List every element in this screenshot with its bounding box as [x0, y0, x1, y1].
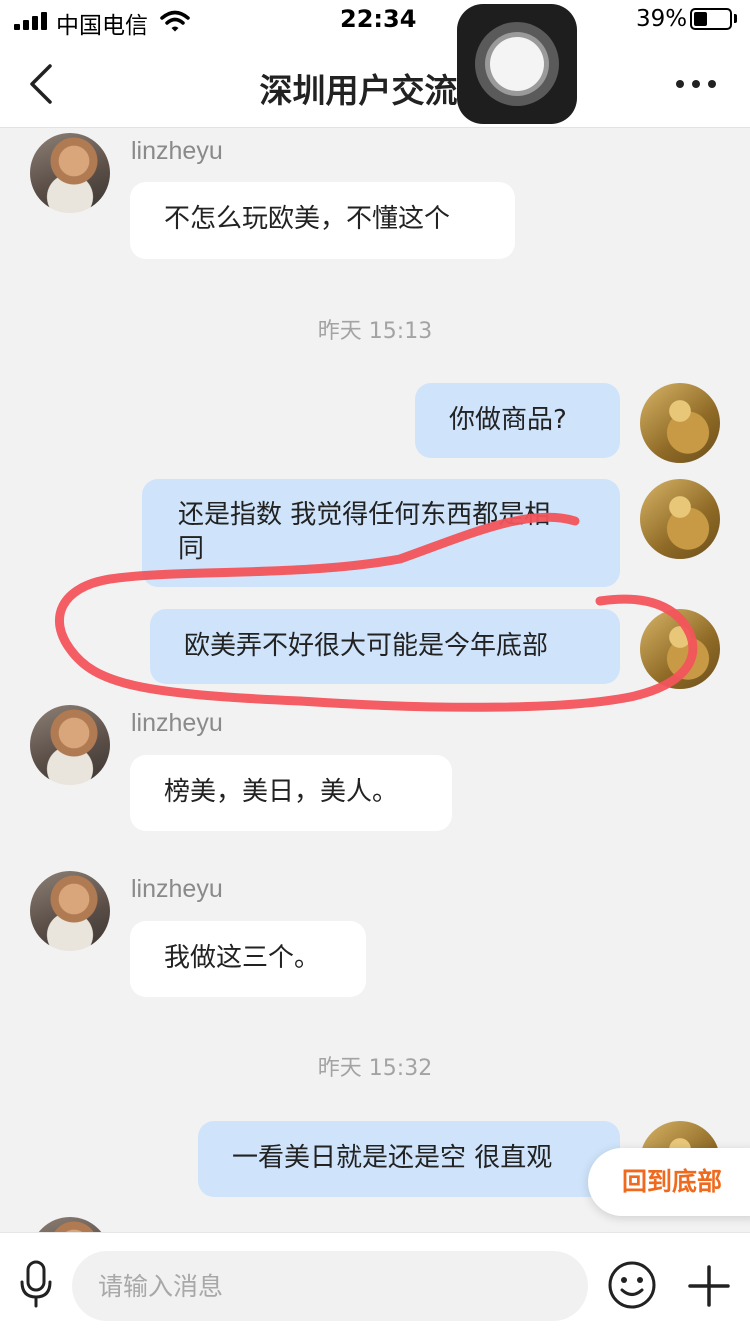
message-input-bar — [0, 1232, 750, 1334]
sender-avatar[interactable] — [30, 871, 110, 951]
plus-icon[interactable] — [686, 1263, 732, 1309]
microphone-icon[interactable] — [16, 1259, 56, 1309]
carrier-name: 中国电信 — [56, 13, 148, 39]
battery-percentage: 39% — [636, 6, 688, 32]
message-input[interactable] — [72, 1251, 588, 1321]
my-avatar[interactable] — [640, 609, 720, 689]
message-text: 不怎么玩欧美，不懂这个 — [164, 204, 451, 234]
emoji-icon[interactable] — [606, 1259, 658, 1311]
message-bubble[interactable]: 榜美，美日，美人。 — [130, 755, 452, 831]
sender-name: linzheyu — [131, 875, 223, 903]
message-bubble[interactable]: 不怎么玩欧美，不懂这个 — [130, 182, 515, 259]
message-text: 你做商品? — [449, 405, 567, 435]
assistive-touch-button[interactable] — [457, 4, 577, 124]
back-to-bottom-button[interactable]: 回到底部 — [588, 1148, 750, 1216]
message-text: 一看美日就是还是空 很直观 — [232, 1143, 553, 1173]
sender-avatar[interactable] — [30, 133, 110, 213]
chat-messages[interactable]: linzheyu 不怎么玩欧美，不懂这个 昨天 15:13 你做商品? 还是指数… — [0, 129, 750, 1232]
nav-bar: 深圳用户交流群 — [0, 40, 750, 128]
timestamp-divider: 昨天 15:13 — [317, 319, 433, 344]
status-bar: 中国电信 22:34 39% — [0, 0, 750, 40]
sender-name: linzheyu — [131, 137, 223, 165]
message-text-line: 同 — [178, 534, 205, 564]
message-text-line: 还是指数 我觉得任何东西都是相 — [178, 500, 551, 530]
message-text: 榜美，美日，美人。 — [164, 777, 399, 807]
my-avatar[interactable] — [640, 479, 720, 559]
my-avatar[interactable] — [640, 383, 720, 463]
battery-cap — [734, 14, 737, 23]
sender-avatar[interactable] — [30, 705, 110, 785]
sender-name: linzheyu — [131, 709, 223, 737]
cellular-signal-icon — [14, 12, 48, 30]
message-text: 欧美弄不好很大可能是今年底部 — [184, 631, 549, 661]
message-text: 我做这三个。 — [164, 943, 321, 973]
sender-avatar[interactable] — [30, 1217, 110, 1232]
battery-icon — [690, 8, 732, 30]
clock-time: 22:34 — [340, 5, 417, 33]
message-bubble[interactable]: 你做商品? — [415, 383, 620, 458]
message-bubble[interactable]: 欧美弄不好很大可能是今年底部 — [150, 609, 620, 684]
message-bubble[interactable]: 我做这三个。 — [130, 921, 366, 997]
wifi-icon — [160, 10, 190, 32]
message-bubble[interactable]: 一看美日就是还是空 很直观 — [198, 1121, 620, 1197]
chat-title: 深圳用户交流群 — [259, 71, 491, 110]
message-bubble[interactable]: 还是指数 我觉得任何东西都是相 同 — [142, 479, 620, 587]
timestamp-divider: 昨天 15:32 — [317, 1056, 433, 1081]
more-options-icon[interactable] — [672, 78, 720, 90]
